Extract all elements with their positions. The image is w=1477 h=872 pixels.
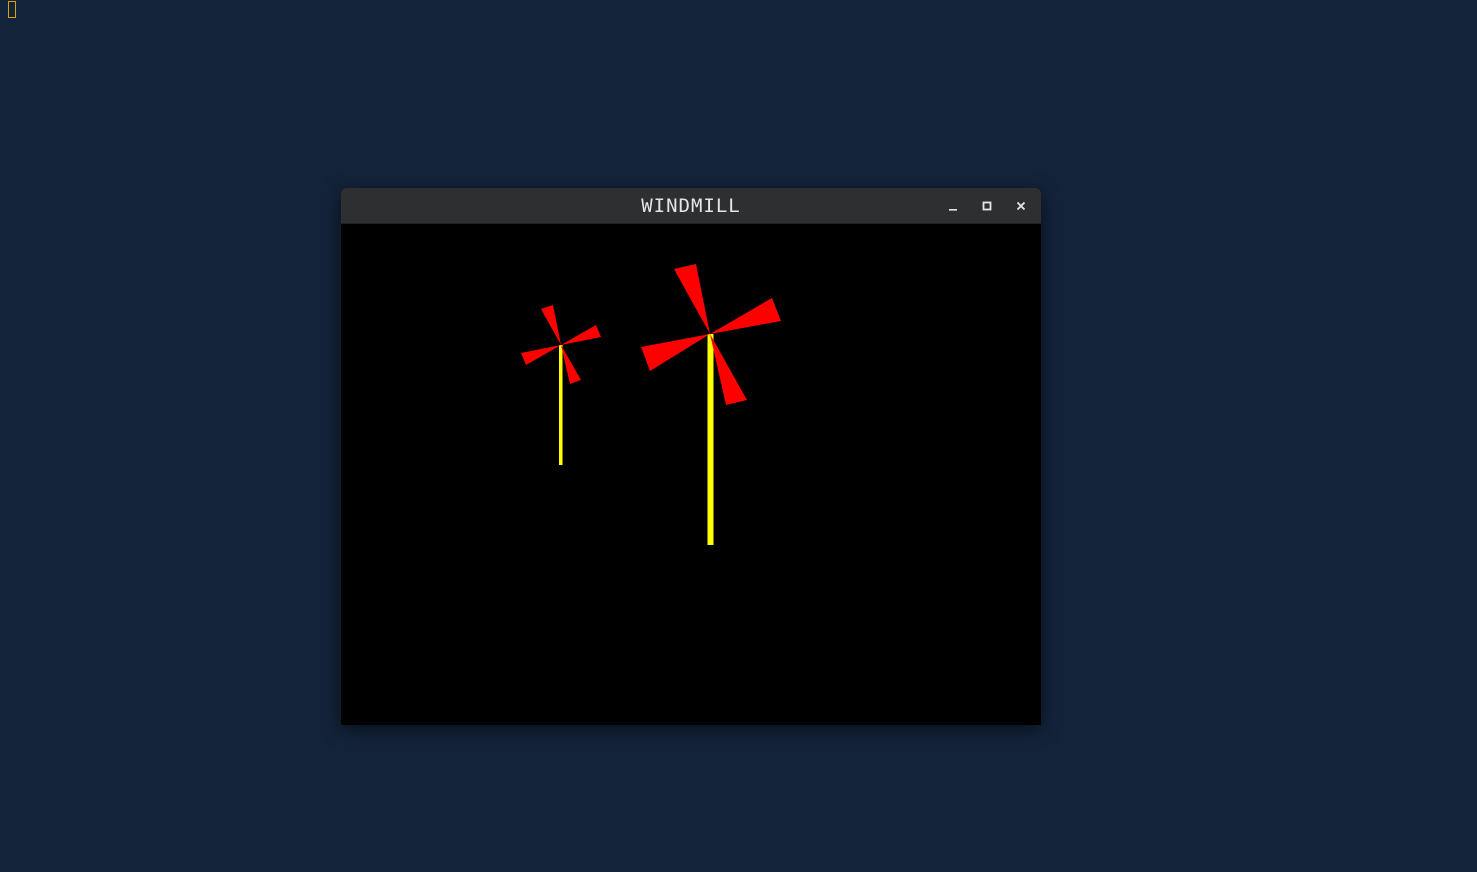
render-canvas — [341, 224, 1041, 725]
minimize-button[interactable] — [941, 194, 965, 218]
maximize-button[interactable] — [975, 194, 999, 218]
maximize-icon — [982, 201, 992, 211]
windmill-small-pole — [559, 345, 563, 465]
windmill-window: WINDMILL — [341, 188, 1041, 725]
desktop: WINDMILL — [0, 0, 1477, 872]
close-button[interactable] — [1009, 194, 1033, 218]
window-titlebar[interactable]: WINDMILL — [341, 188, 1041, 224]
window-title: WINDMILL — [641, 195, 741, 217]
windmill-large-pole — [707, 334, 714, 545]
workspace-indicator[interactable] — [8, 1, 16, 18]
close-icon — [1016, 201, 1026, 211]
minimize-icon — [949, 209, 957, 211]
window-controls — [941, 194, 1033, 218]
